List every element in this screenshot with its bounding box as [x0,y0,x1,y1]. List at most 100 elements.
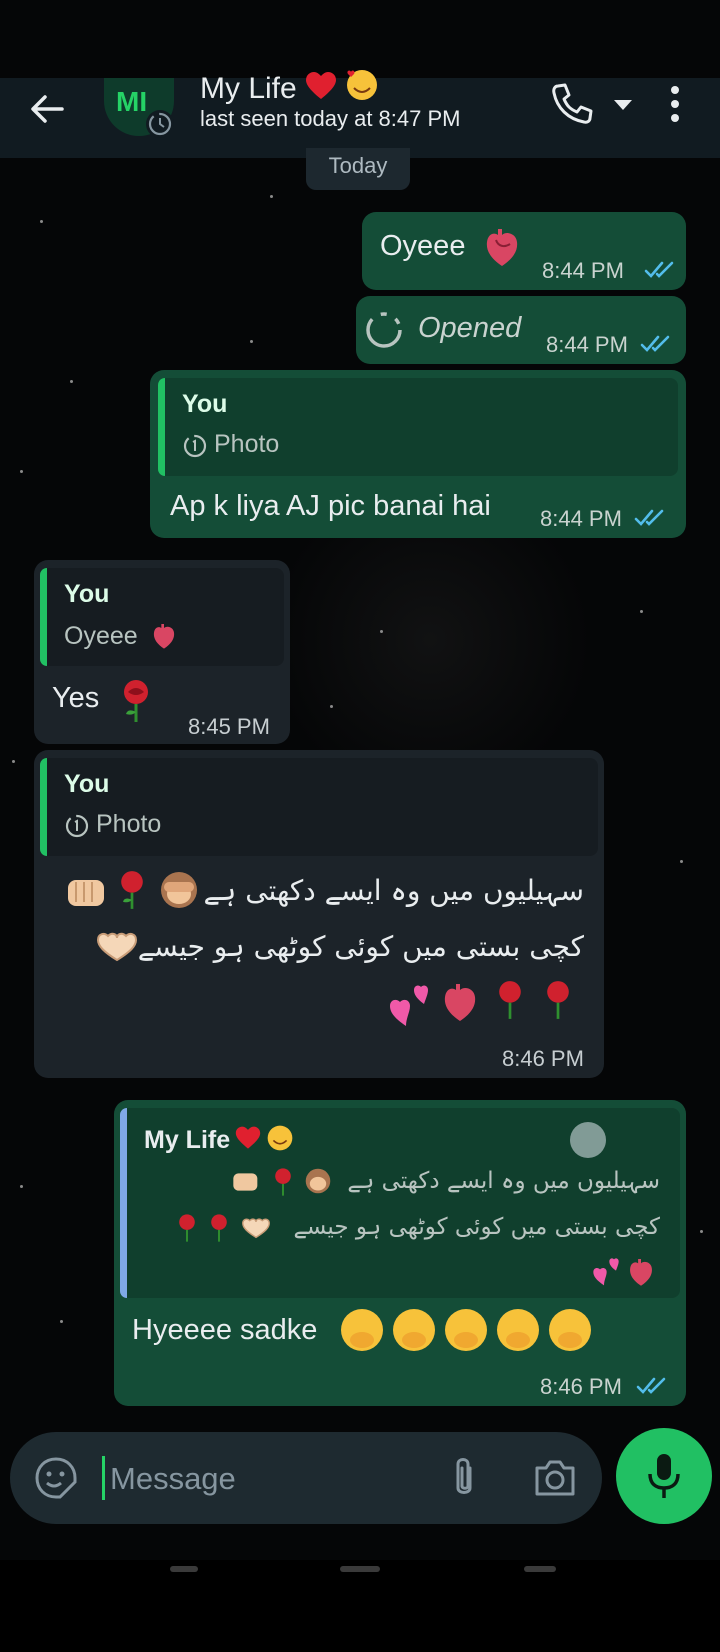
message-time: 8:45 PM [188,714,270,739]
camera-icon[interactable] [532,1456,578,1500]
face-with-hand-over-mouth-icon [445,1309,487,1351]
view-once-icon [65,814,89,838]
heart-hands-icon [96,932,138,962]
contact-name-text: My Life [200,72,297,105]
message-time: 8:44 PM [540,506,622,531]
face-with-hand-over-mouth-icon [497,1309,539,1351]
rose-icon [121,871,143,909]
nav-recents-hint[interactable] [524,1566,556,1572]
quote-bar [40,568,47,666]
nav-back-hint[interactable] [170,1566,198,1572]
message-time: 8:46 PM [502,1046,584,1071]
avatar-initials: MI [116,86,148,117]
quoted-message[interactable]: You Photo [158,378,678,476]
message-input[interactable] [108,1450,412,1508]
fist-icon [68,880,104,906]
two-hearts-icon [390,985,428,1026]
read-receipt-icon [636,1377,666,1394]
message-text-line: سہیلیوں میں وہ ایسے دکھتی ہے [203,874,584,907]
message-time: 8:46 PM [540,1374,622,1399]
voice-record-button[interactable] [616,1428,712,1524]
system-nav-bar [0,1560,720,1652]
paperclip-icon[interactable] [444,1454,484,1502]
emoji-row [338,1306,598,1356]
contact-name[interactable]: My Life [200,68,379,106]
face-with-hand-over-mouth-icon [341,1309,383,1351]
emoji-row [174,1212,314,1246]
face-with-hand-over-mouth-icon [549,1309,591,1351]
see-no-evil-monkey-icon [305,1168,331,1194]
quote-author: My Life [144,1124,294,1155]
quote-bar [158,378,165,476]
emoji-row [230,1166,360,1200]
voice-call-icon[interactable] [548,80,594,126]
back-arrow-icon[interactable] [24,86,70,132]
rose-icon [211,1214,227,1242]
outgoing-message[interactable]: Oyeee 8:44 PM [362,212,686,290]
outgoing-message[interactable]: Opened 8:44 PM [356,296,686,364]
microphone-icon [648,1454,680,1498]
date-chip: Today [306,148,410,190]
red-heart-icon [236,1126,261,1149]
incoming-message[interactable]: You Oyeee Yes 8:45 PM [34,560,290,744]
quote-text: Oyeee [64,622,138,650]
scroll-handle[interactable] [570,1122,606,1158]
quote-text: Photo [214,430,280,458]
text-cursor [102,1456,105,1500]
red-heart-icon [306,72,337,99]
quoted-message[interactable]: You Photo [40,758,598,856]
rose-icon [547,981,569,1019]
message-text: Oyeee [380,230,466,262]
outgoing-message[interactable]: My Life سہیلیوں میں وہ ایسے دکھتی ہے کچی… [114,1100,686,1406]
anatomical-heart-icon [444,984,476,1021]
more-options-icon[interactable] [660,80,690,130]
quoted-message[interactable]: You Oyeee [40,568,284,666]
quote-author-name: My Life [144,1126,231,1154]
chat-header: MI My Life last seen today at 8:47 PM [0,70,720,158]
anatomical-heart-icon [486,229,518,266]
read-receipt-icon [634,509,664,526]
message-time: 8:44 PM [546,332,628,357]
smiling-face-with-hearts-icon [267,1125,293,1151]
anatomical-heart-icon [630,1259,652,1286]
message-text-line: کچی بستی میں کوئی کوٹھی ہو جیسے [137,930,584,963]
last-seen-status: last seen today at 8:47 PM [200,106,461,131]
quote-author: You [64,770,110,798]
emoji-row [388,978,588,1030]
emoji-row [592,1256,662,1290]
fist-icon [233,1173,258,1191]
rose-icon [124,680,148,722]
read-receipt-icon [644,261,674,278]
view-once-icon [366,312,402,348]
anatomical-heart-icon [153,624,175,649]
disappearing-timer-icon [146,110,174,138]
message-text: Hyeeee sadke [132,1314,318,1346]
outgoing-message[interactable]: You Photo Ap k liya AJ pic banai hai 8:4… [150,370,686,538]
quote-text: Photo [96,810,162,838]
heart-hands-icon [242,1218,270,1239]
quote-bar [120,1108,127,1298]
quote-text-line: کچی بستی میں کوئی کوٹھی ہو جیسے [293,1214,660,1240]
message-composer [10,1432,602,1524]
emoji-row [64,868,254,916]
face-with-hand-over-mouth-icon [393,1309,435,1351]
rose-icon [179,1214,195,1242]
quote-text-line: سہیلیوں میں وہ ایسے دکھتی ہے [347,1168,660,1194]
rose-icon [275,1168,291,1196]
message-text: Opened [418,312,522,344]
rose-icon [499,981,521,1019]
message-text: Yes [52,682,100,714]
read-receipt-icon [640,335,670,352]
message-text: Ap k liya AJ pic banai hai [170,490,491,522]
nav-home-hint[interactable] [340,1566,380,1572]
quote-author: You [182,390,228,418]
quoted-message[interactable]: My Life سہیلیوں میں وہ ایسے دکھتی ہے کچی… [120,1108,680,1298]
incoming-message[interactable]: You Photo سہیلیوں میں وہ ایسے دکھتی ہے ک… [34,750,604,1078]
emoji-sticker-icon[interactable] [34,1456,78,1500]
view-once-icon [183,434,207,458]
message-time: 8:44 PM [542,258,624,283]
chevron-down-icon[interactable] [610,92,636,118]
see-no-evil-monkey-icon [161,872,197,908]
quote-bar [40,758,47,856]
quote-author: You [64,580,110,608]
